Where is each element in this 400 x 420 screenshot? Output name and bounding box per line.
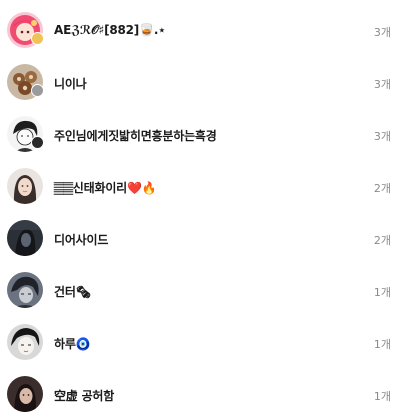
- item-count: 1개: [373, 390, 391, 403]
- member-name: 건터🗞: [54, 285, 91, 299]
- list-item[interactable]: 건터🗞 1개: [0, 264, 400, 316]
- member-name: 空虚 공허함: [54, 389, 115, 403]
- list-item[interactable]: AEℨℛ𝒪♯[882]🥃.⋆ 3개: [0, 4, 400, 56]
- item-count: 1개: [373, 338, 391, 351]
- item-count: 3개: [373, 130, 391, 143]
- item-count: 2개: [373, 182, 391, 195]
- member-name: 𝄛𝄛신태화이리❤️🔥: [54, 181, 157, 195]
- list-item[interactable]: 디어사이드 2개: [0, 212, 400, 264]
- badge-icon: [31, 136, 44, 149]
- member-name: 주인님에게짓밟히면흥분하는흑경: [54, 129, 217, 143]
- member-name: 니이나: [54, 77, 87, 91]
- item-count: 3개: [373, 26, 391, 39]
- member-name: 디어사이드: [54, 233, 109, 247]
- dark-anime-character-avatar: [7, 272, 43, 308]
- dark-portrait-avatar: [7, 376, 43, 412]
- item-count: 3개: [373, 78, 391, 91]
- list-item[interactable]: 주인님에게짓밟히면흥분하는흑경 3개: [0, 108, 400, 160]
- member-list: AEℨℛ𝒪♯[882]🥃.⋆ 3개 니이나 3개 주인님에게짓밟히면흥분하는흑경…: [0, 0, 400, 418]
- list-item[interactable]: 니이나 3개: [0, 56, 400, 108]
- list-item[interactable]: 𝄛𝄛신태화이리❤️🔥 2개: [0, 160, 400, 212]
- member-name: AEℨℛ𝒪♯[882]🥃.⋆: [54, 23, 166, 37]
- item-count: 1개: [373, 286, 391, 299]
- crown-badge-icon: [31, 32, 44, 45]
- anime-face-avatar: [7, 324, 43, 360]
- badge-icon: [31, 84, 44, 97]
- dark-hooded-figure-avatar: [7, 220, 43, 256]
- list-item[interactable]: 空虚 공허함 1개: [0, 368, 400, 420]
- member-name: 하루🧿: [54, 337, 91, 351]
- list-item[interactable]: 하루🧿 1개: [0, 316, 400, 368]
- girl-photo-avatar: [7, 168, 43, 204]
- item-count: 2개: [373, 234, 391, 247]
